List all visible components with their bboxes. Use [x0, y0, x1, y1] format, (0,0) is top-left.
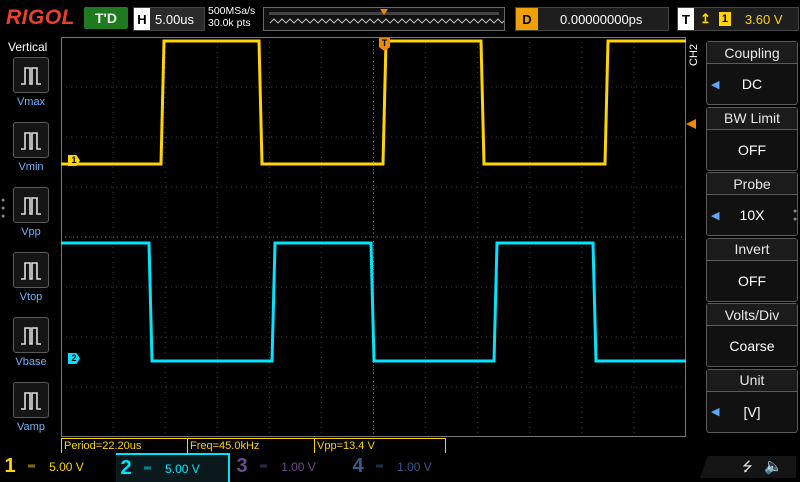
channel-2-indicator[interactable]: 2 ═ 5.00 V: [116, 453, 230, 482]
measure-item-vamp[interactable]: Vamp: [11, 382, 51, 433]
menu-item-title: Invert: [707, 238, 797, 261]
measurement-frequency[interactable]: Freq=45.0kHz: [187, 438, 315, 454]
measure-item-label: Vbase: [15, 356, 47, 368]
usb-icon: ⭍: [742, 459, 753, 474]
channel-scale: 1.00 V: [397, 459, 432, 474]
dc-coupling-icon: ═: [28, 461, 36, 472]
menu-scroll-dots-icon: ● ●: [793, 208, 798, 223]
panel-scroll-dots-icon: ● ● ●: [1, 197, 6, 220]
menu-item-title: Probe: [707, 173, 797, 195]
measure-item-vtop[interactable]: Vtop: [11, 252, 51, 303]
delay-value: 0.00000000ps: [560, 11, 643, 27]
waveform-overview-icon: [269, 9, 515, 24]
dc-coupling-icon: ═: [144, 463, 152, 474]
rising-edge-icon: ↥: [700, 11, 711, 26]
vbase-icon: [13, 317, 49, 353]
channel-number: 2: [120, 457, 132, 479]
measure-item-label: Vtop: [19, 291, 43, 303]
menu-item-title: Coupling: [707, 42, 797, 64]
measure-item-label: Vpp: [21, 226, 41, 238]
measurement-vpp[interactable]: Vpp=13.4 V: [314, 438, 446, 454]
vtop-icon: [13, 252, 49, 288]
channel-menu: Coupling ◀ DC BW Limit OFF Probe ◀ 10X Invert OFF…: [706, 37, 800, 433]
timebase-box[interactable]: H 5.00us: [133, 7, 205, 31]
channel-scale: 1.00 V: [281, 459, 316, 474]
menu-item-value: [V]: [743, 403, 761, 420]
memory-depth: 30.0k pts: [208, 17, 251, 29]
menu-item-value: DC: [741, 76, 763, 92]
measure-item-vmax[interactable]: Vmax: [11, 57, 51, 108]
channel-number: 3: [236, 455, 248, 477]
menu-item-value: Coarse: [729, 338, 775, 354]
speaker-muted-icon[interactable]: 🔈: [764, 457, 783, 475]
trigger-source: 1: [718, 12, 731, 26]
vmin-icon: [13, 122, 49, 158]
measure-item-vpp[interactable]: Vpp: [11, 187, 51, 238]
vamp-icon: [13, 382, 49, 418]
menu-item-invert[interactable]: Invert OFF: [706, 237, 798, 302]
measure-item-label: Vamp: [17, 421, 45, 433]
menu-item-title: BW Limit: [707, 107, 797, 130]
dc-coupling-icon: ═: [376, 461, 384, 472]
trigger-level: 3.60 V: [744, 11, 783, 27]
measure-item-label: Vmin: [18, 161, 44, 173]
channel-number: 1: [4, 455, 16, 477]
measure-item-vbase[interactable]: Vbase: [11, 317, 51, 368]
menu-item-unit[interactable]: Unit ◀ [V]: [706, 368, 798, 433]
channel-number: 4: [352, 455, 364, 477]
menu-item-volts-div[interactable]: Volts/Div Coarse: [706, 303, 798, 367]
waveform-display[interactable]: [61, 37, 686, 437]
measure-item-vmin[interactable]: Vmin: [11, 122, 51, 173]
measure-item-label: Vmax: [16, 96, 46, 108]
sample-rate: 500MSa/s: [208, 5, 256, 17]
menu-item-coupling[interactable]: Coupling ◀ DC: [706, 41, 798, 105]
horizontal-tag: H: [134, 8, 150, 30]
left-arrow-icon: ◀: [711, 209, 720, 222]
channel-4-indicator[interactable]: 4 ═ 1.00 V: [348, 453, 460, 480]
measurement-period[interactable]: Period=22.20us: [61, 438, 188, 454]
vmax-icon: [13, 57, 49, 93]
run-status-badge[interactable]: T'D: [84, 7, 128, 29]
left-arrow-icon: ◀: [711, 78, 720, 91]
trigger-box[interactable]: T ↥ 1 3.60 V: [677, 7, 799, 31]
menu-item-value: 10X: [739, 207, 765, 223]
dc-coupling-icon: ═: [260, 461, 268, 472]
menu-item-title: Volts/Div: [707, 304, 797, 326]
channel-scale: 5.00 V: [49, 459, 84, 474]
system-tray: ⭍ 🔈: [700, 456, 796, 478]
measure-category-title: Vertical: [8, 40, 48, 54]
channel-scale: 5.00 V: [165, 461, 200, 476]
vpp-icon: [13, 187, 49, 223]
sample-info: 500MSa/s 30.0k pts: [208, 5, 255, 29]
menu-item-value: OFF: [738, 141, 766, 158]
delay-box[interactable]: D 0.00000000ps: [515, 7, 669, 31]
channel-3-indicator[interactable]: 3 ═ 1.00 V: [232, 453, 344, 480]
menu-channel-tag: CH2: [688, 43, 700, 66]
timebase-value: 5.00us: [155, 11, 195, 27]
memory-position-bar[interactable]: [263, 7, 515, 31]
menu-item-value: OFF: [738, 272, 766, 289]
delay-tag: D: [516, 8, 538, 30]
menu-item-probe[interactable]: Probe ◀ 10X: [706, 172, 798, 236]
brand-logo: RIGOL: [6, 6, 75, 29]
channel-1-indicator[interactable]: 1 ═ 5.00 V: [0, 453, 112, 480]
menu-item-title: Unit: [707, 369, 797, 392]
left-arrow-icon: ◀: [711, 406, 720, 418]
trigger-tag: T: [678, 8, 694, 30]
menu-item-bw-limit[interactable]: BW Limit OFF: [706, 106, 798, 171]
trigger-level-marker[interactable]: [686, 119, 696, 129]
